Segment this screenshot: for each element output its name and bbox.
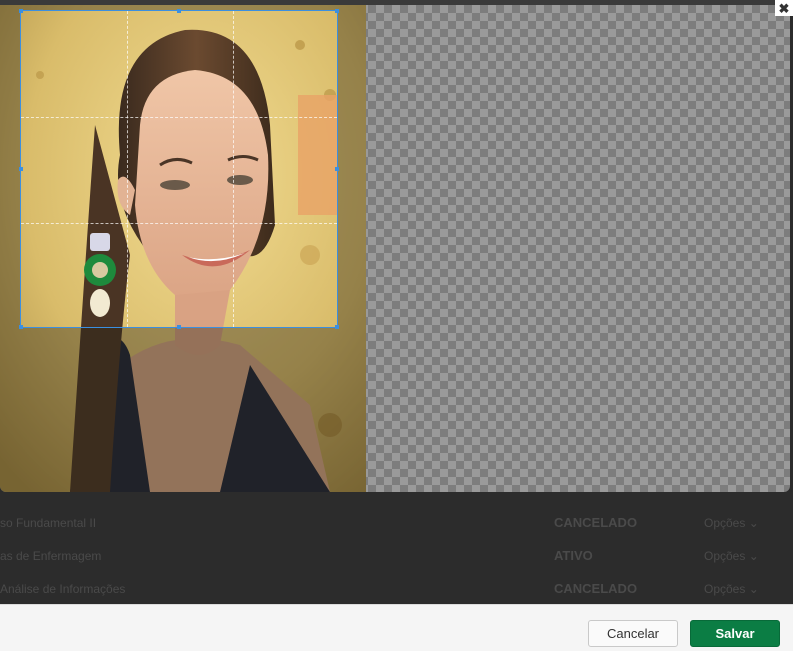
crop-handle-ne[interactable] <box>335 9 339 13</box>
background-table: so Fundamental II CANCELADO Opções ⌄ as … <box>0 492 793 604</box>
crop-handle-n[interactable] <box>177 9 181 13</box>
crop-guide-line <box>21 223 337 224</box>
crop-handle-sw[interactable] <box>19 325 23 329</box>
chevron-down-icon: ⌄ <box>748 549 759 563</box>
crop-handle-se[interactable] <box>335 325 339 329</box>
table-row: as de Enfermagem ATIVO Opções ⌄ <box>0 540 793 572</box>
crop-handle-s[interactable] <box>177 325 181 329</box>
crop-handle-w[interactable] <box>19 167 23 171</box>
crop-guide-line <box>233 11 234 327</box>
crop-selection[interactable] <box>19 9 339 329</box>
row-name: so Fundamental II <box>0 516 97 530</box>
crop-mask-bottom <box>20 328 338 492</box>
cancel-button[interactable]: Cancelar <box>588 620 678 647</box>
dialog-footer: Cancelar Salvar <box>0 604 793 651</box>
crop-mask-left <box>0 5 20 492</box>
row-status: CANCELADO <box>554 581 638 596</box>
row-options: Opções ⌄ <box>704 582 759 596</box>
row-status: ATIVO <box>554 548 593 563</box>
crop-handle-e[interactable] <box>335 167 339 171</box>
chevron-down-icon: ⌄ <box>748 516 759 530</box>
chevron-down-icon: ⌄ <box>748 582 759 596</box>
save-button[interactable]: Salvar <box>690 620 780 647</box>
image-cropper[interactable] <box>0 5 790 492</box>
crop-guide-line <box>21 117 337 118</box>
table-row: so Fundamental II CANCELADO Opções ⌄ <box>0 507 793 539</box>
row-options: Opções ⌄ <box>704 516 759 530</box>
row-name: as de Enfermagem <box>0 549 102 563</box>
crop-mask-right <box>338 5 366 492</box>
table-row: Análise de Informações CANCELADO Opções … <box>0 573 793 605</box>
row-name: Análise de Informações <box>0 582 126 596</box>
row-status: CANCELADO <box>554 515 638 530</box>
close-icon[interactable]: ✖ <box>775 0 793 16</box>
crop-guide-line <box>127 11 128 327</box>
crop-handle-nw[interactable] <box>19 9 23 13</box>
row-options: Opções ⌄ <box>704 549 759 563</box>
